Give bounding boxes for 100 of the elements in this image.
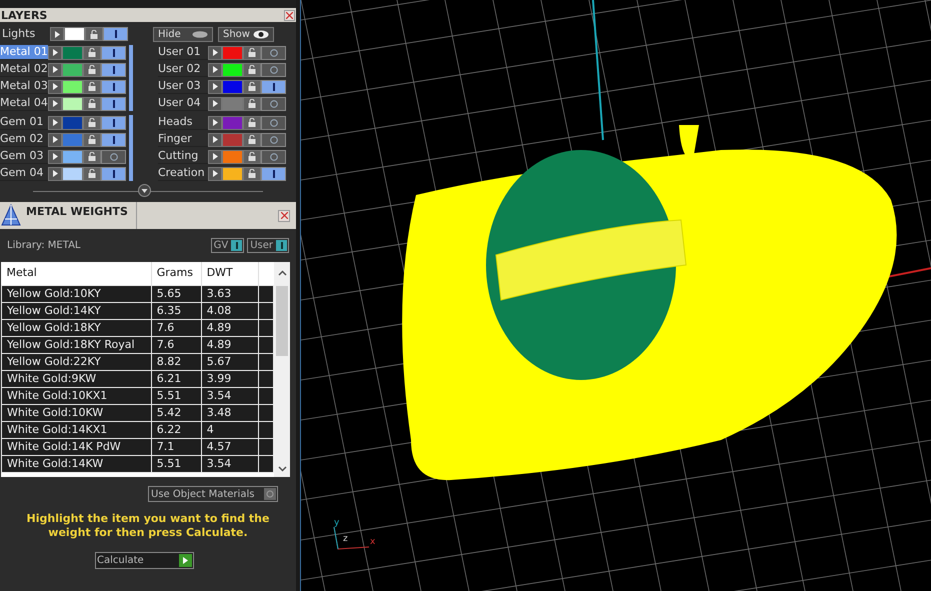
play-icon xyxy=(52,136,58,143)
visibility-toggle[interactable] xyxy=(261,132,286,146)
toggle-button[interactable]: User xyxy=(247,238,289,253)
visibility-toggle[interactable] xyxy=(103,27,128,41)
color-swatch[interactable] xyxy=(222,46,243,60)
color-swatch[interactable] xyxy=(222,132,243,146)
lock-button[interactable] xyxy=(85,27,103,41)
expand-button[interactable] xyxy=(208,132,222,146)
expand-button[interactable] xyxy=(208,116,222,130)
lock-button[interactable] xyxy=(243,132,261,146)
lock-button[interactable] xyxy=(243,80,261,94)
scrollbar[interactable] xyxy=(274,262,290,477)
column-header[interactable]: Grams xyxy=(151,262,202,285)
lock-icon xyxy=(248,135,256,144)
play-icon xyxy=(212,66,218,73)
visibility-toggle[interactable] xyxy=(101,116,126,130)
color-swatch[interactable] xyxy=(62,166,83,180)
color-swatch[interactable] xyxy=(62,132,83,146)
play-icon xyxy=(52,100,58,107)
expand-button[interactable] xyxy=(48,46,62,60)
expand-button[interactable] xyxy=(208,46,222,60)
expand-button[interactable] xyxy=(208,80,222,94)
color-swatch[interactable] xyxy=(222,62,243,76)
expand-button[interactable] xyxy=(50,27,64,41)
color-swatch[interactable] xyxy=(222,116,243,130)
lock-button[interactable] xyxy=(83,46,101,60)
play-icon xyxy=(212,49,218,56)
expand-button[interactable] xyxy=(48,132,62,146)
expand-button[interactable] xyxy=(48,62,62,76)
lock-button[interactable] xyxy=(243,62,261,76)
lock-icon xyxy=(248,118,256,127)
lock-button[interactable] xyxy=(83,96,101,110)
scroll-up-icon[interactable] xyxy=(278,270,286,276)
visibility-toggle[interactable] xyxy=(261,96,286,110)
color-swatch[interactable] xyxy=(222,150,243,164)
color-swatch[interactable] xyxy=(222,80,243,94)
expand-button[interactable] xyxy=(208,150,222,164)
visibility-toggle[interactable] xyxy=(261,166,286,180)
visibility-toggle[interactable] xyxy=(261,116,286,130)
table-cell: 3.99 xyxy=(201,370,259,387)
table-cell: 4.89 xyxy=(201,336,259,353)
visibility-toggle[interactable] xyxy=(101,166,126,180)
visibility-toggle[interactable] xyxy=(101,80,126,94)
show-button[interactable]: Show xyxy=(218,26,274,42)
color-swatch[interactable] xyxy=(62,116,83,130)
visibility-toggle[interactable] xyxy=(261,150,286,164)
visibility-toggle[interactable] xyxy=(101,46,126,60)
expand-button[interactable] xyxy=(208,96,222,110)
visibility-toggle[interactable] xyxy=(101,132,126,146)
expand-button[interactable] xyxy=(48,116,62,130)
lock-button[interactable] xyxy=(83,150,101,164)
visibility-toggle[interactable] xyxy=(101,150,126,164)
lock-button[interactable] xyxy=(243,46,261,60)
play-icon xyxy=(52,119,58,126)
expand-button[interactable] xyxy=(208,166,222,180)
expand-button[interactable] xyxy=(48,150,62,164)
lock-icon xyxy=(248,65,256,74)
visibility-toggle[interactable] xyxy=(261,80,286,94)
lock-button[interactable] xyxy=(83,132,101,146)
table-cell: 6.21 xyxy=(151,370,202,387)
color-swatch[interactable] xyxy=(62,46,83,60)
lock-button[interactable] xyxy=(83,166,101,180)
lock-button[interactable] xyxy=(83,80,101,94)
viewport[interactable]: y z x xyxy=(300,0,931,591)
close-button[interactable] xyxy=(278,210,290,222)
expand-button[interactable] xyxy=(48,80,62,94)
visibility-toggle[interactable] xyxy=(101,62,126,76)
column-header[interactable]: Metal xyxy=(2,262,152,285)
lock-button[interactable] xyxy=(243,96,261,110)
visibility-toggle[interactable] xyxy=(101,96,126,110)
lock-button[interactable] xyxy=(243,150,261,164)
color-swatch[interactable] xyxy=(62,62,83,76)
lock-button[interactable] xyxy=(83,62,101,76)
color-swatch[interactable] xyxy=(222,96,243,110)
close-button[interactable] xyxy=(284,10,295,20)
visibility-toggle[interactable] xyxy=(261,46,286,60)
expand-button[interactable] xyxy=(48,96,62,110)
color-swatch[interactable] xyxy=(62,80,83,94)
expand-button[interactable] xyxy=(208,62,222,76)
play-icon xyxy=(52,66,58,73)
eye-icon xyxy=(253,30,269,38)
visibility-toggle[interactable] xyxy=(261,62,286,76)
color-swatch[interactable] xyxy=(222,166,243,180)
color-swatch[interactable] xyxy=(62,96,83,110)
hide-button[interactable]: Hide xyxy=(153,26,213,42)
color-swatch[interactable] xyxy=(64,27,85,41)
calculate-button[interactable]: Calculate xyxy=(95,552,194,569)
scroll-down-icon[interactable] xyxy=(278,466,286,472)
lock-button[interactable] xyxy=(243,116,261,130)
color-swatch[interactable] xyxy=(62,150,83,164)
play-icon xyxy=(212,153,218,160)
table-cell: 3.48 xyxy=(201,404,259,421)
lock-icon xyxy=(88,99,96,108)
scroll-thumb[interactable] xyxy=(276,286,288,356)
toggle-button[interactable]: GV xyxy=(210,238,244,253)
close-icon xyxy=(280,212,288,219)
use-object-materials-toggle[interactable]: Use Object Materials xyxy=(148,486,278,502)
lock-button[interactable] xyxy=(83,116,101,130)
expand-button[interactable] xyxy=(48,166,62,180)
lock-button[interactable] xyxy=(243,166,261,180)
